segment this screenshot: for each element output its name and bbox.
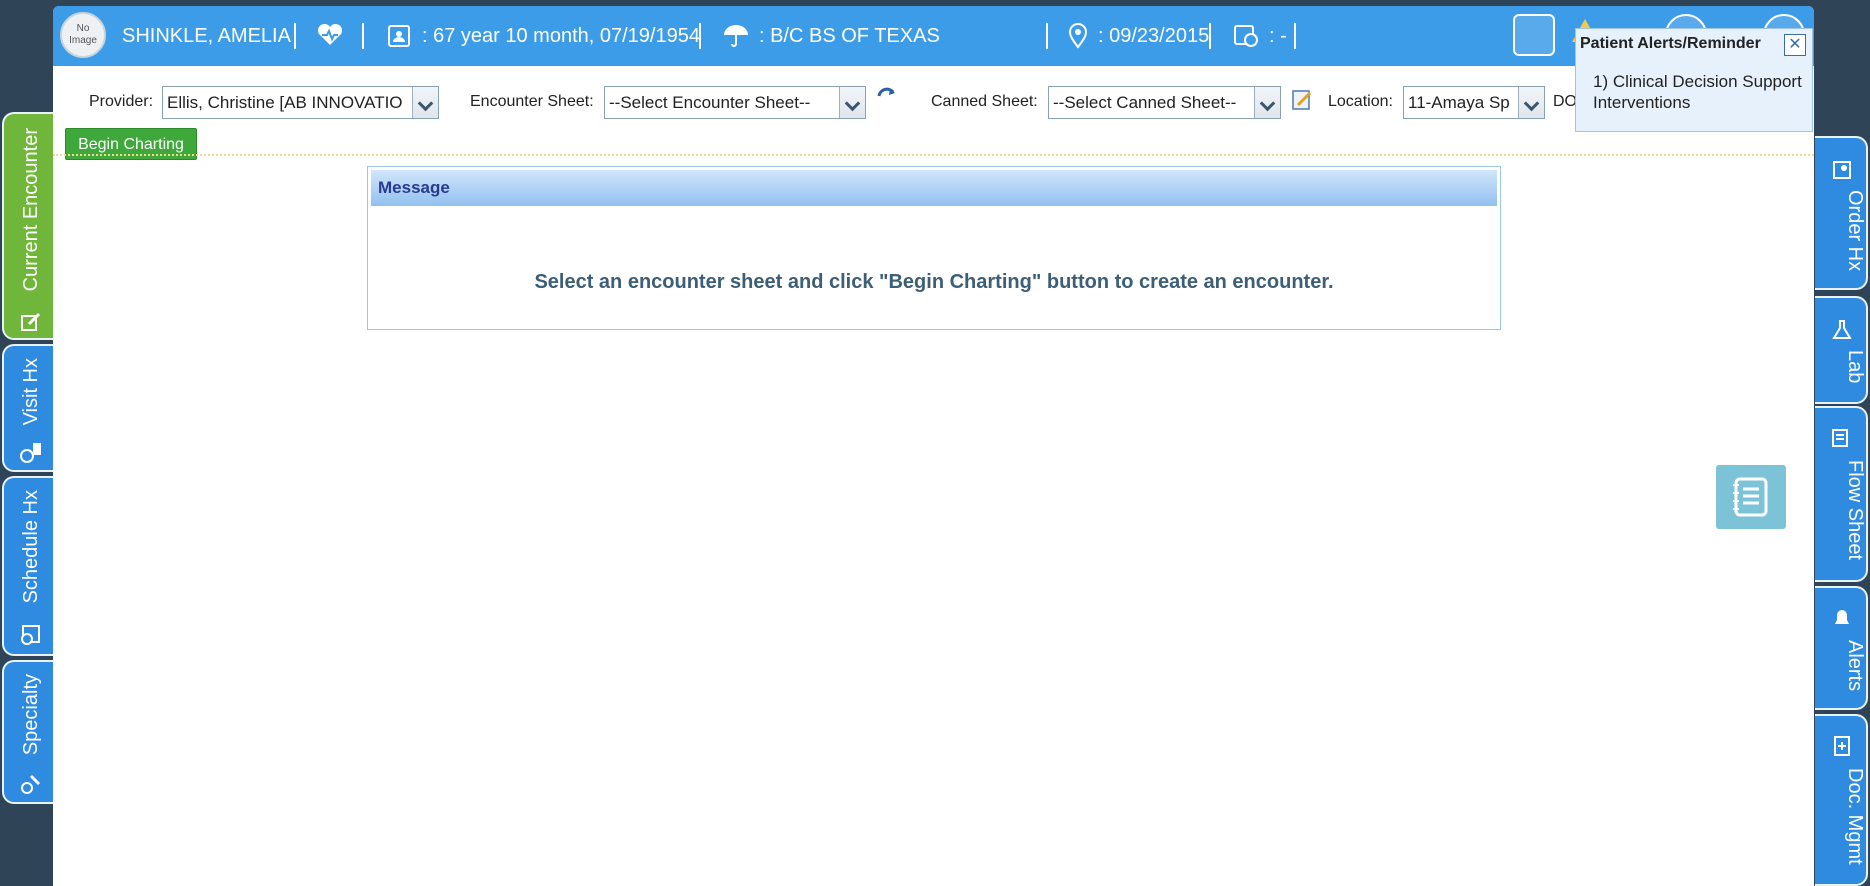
chevron-down-icon[interactable] [1254, 87, 1280, 118]
main-window: No Image SHINKLE, AMELIA : 67 year 10 mo… [53, 6, 1814, 886]
umbrella-icon [724, 25, 748, 47]
provider-value: Ellis, Christine [AB INNOVATIO [167, 93, 403, 112]
refresh-icon[interactable] [876, 84, 898, 104]
specialty-icon [21, 774, 41, 794]
tab-visit-hx[interactable]: Visit Hx [2, 344, 55, 472]
chevron-down-icon[interactable] [839, 87, 865, 118]
tab-doc-mgmt[interactable]: Doc. Mgmt [1815, 714, 1868, 886]
tab-label: Schedule Hx [20, 490, 42, 604]
schedule-icon [21, 625, 40, 645]
alert-bell-icon [1835, 610, 1849, 624]
provider-label: Provider: [89, 93, 154, 110]
chevron-down-icon[interactable] [1518, 87, 1544, 118]
tab-label: Order Hx [1844, 190, 1866, 272]
insurance: : B/C BS OF TEXAS [759, 25, 940, 47]
tab-label: Alerts [1844, 640, 1866, 692]
message-text: Select an encounter sheet and click "Beg… [534, 271, 1334, 293]
tab-label: Flow Sheet [1844, 460, 1866, 561]
encounter-sheet-value: --Select Encounter Sheet-- [609, 93, 811, 112]
provider-select[interactable]: Ellis, Christine [AB INNOVATIO [162, 86, 439, 119]
patient-header: No Image SHINKLE, AMELIA : 67 year 10 mo… [53, 6, 1814, 66]
avatar: No Image [60, 12, 106, 58]
tab-label: Specialty [20, 674, 42, 756]
canned-sheet-select[interactable]: --Select Canned Sheet-- [1048, 86, 1281, 119]
document-add-icon [1834, 736, 1850, 756]
patient-age-dob: : 67 year 10 month, 07/19/1954 [422, 25, 700, 47]
appointment-info: : - [1269, 25, 1287, 47]
tab-current-encounter[interactable]: Current Encounter [2, 112, 55, 340]
tab-alerts[interactable]: Alerts [1815, 586, 1868, 710]
edit-icon [21, 312, 41, 331]
tab-label: Current Encounter [20, 128, 42, 292]
patient-name: SHINKLE, AMELIA [122, 25, 291, 47]
stethoscope-button[interactable] [1513, 14, 1555, 56]
tab-label: Lab [1844, 350, 1866, 384]
encounter-toolbar: Provider: Ellis, Christine [AB INNOVATIO… [53, 66, 1814, 160]
canned-sheet-value: --Select Canned Sheet-- [1053, 93, 1237, 112]
tab-label: Visit Hx [20, 358, 42, 426]
lab-flask-icon [1832, 320, 1852, 339]
last-visit-date: : 09/23/2015 [1098, 25, 1210, 47]
trailing-label: DO [1553, 93, 1577, 110]
message-title: Message [371, 170, 1497, 206]
location-value: 11-Amaya Sp [1408, 93, 1510, 112]
order-icon [1833, 161, 1851, 179]
flow-sheet-icon [1832, 429, 1848, 447]
tab-specialty[interactable]: Specialty [2, 660, 55, 804]
calendar-clock-icon [1234, 25, 1258, 47]
tab-label: Doc. Mgmt [1844, 768, 1866, 865]
encounter-sheet-label: Encounter Sheet: [470, 93, 594, 110]
location-select[interactable]: 11-Amaya Sp [1403, 86, 1545, 119]
notes-button[interactable] [1716, 465, 1786, 529]
chevron-down-icon[interactable] [412, 87, 438, 118]
canned-sheet-label: Canned Sheet: [931, 93, 1038, 110]
notes-icon [1733, 477, 1768, 517]
location-pin-icon [1068, 23, 1088, 49]
tab-lab[interactable]: Lab [1815, 296, 1868, 404]
message-panel: Message Select an encounter sheet and cl… [367, 166, 1501, 330]
divider [53, 154, 1814, 156]
tab-order-hx[interactable]: Order Hx [1815, 136, 1868, 290]
alert-item[interactable]: 1) Clinical Decision Support Interventio… [1593, 71, 1803, 113]
popup-title: Patient Alerts/Reminder [1580, 35, 1761, 52]
location-label: Location: [1328, 93, 1393, 110]
tab-schedule-hx[interactable]: Schedule Hx [2, 476, 55, 656]
visit-history-icon [20, 443, 41, 463]
encounter-sheet-select[interactable]: --Select Encounter Sheet-- [604, 86, 866, 119]
edit-sheet-icon[interactable] [1290, 88, 1314, 112]
tab-flow-sheet[interactable]: Flow Sheet [1815, 406, 1868, 582]
calendar-person-icon [388, 25, 410, 47]
heart-pulse-icon[interactable] [315, 20, 345, 50]
patient-alerts-popup: Patient Alerts/Reminder ✕ 1) Clinical De… [1575, 28, 1813, 132]
close-icon[interactable]: ✕ [1784, 34, 1806, 56]
